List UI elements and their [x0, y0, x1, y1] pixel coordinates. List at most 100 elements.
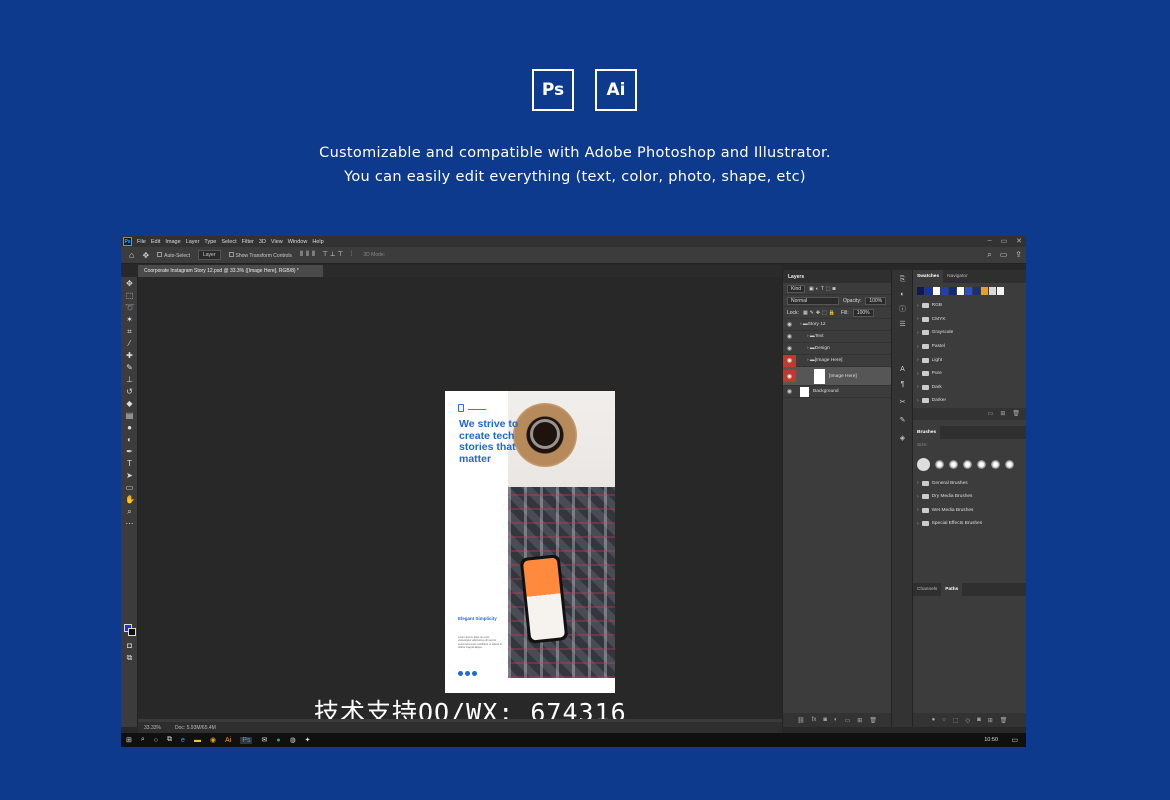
fill-path-icon[interactable]: ● — [932, 717, 936, 723]
folder-row[interactable]: › Pure — [913, 367, 1026, 381]
color-swatch[interactable] — [917, 287, 924, 295]
search-icon[interactable]: ⌕ — [141, 736, 145, 744]
chevron-right-icon[interactable]: › — [917, 303, 919, 309]
home-icon[interactable]: ⌂ — [129, 250, 134, 260]
adjustments-icon[interactable]: ◐ — [898, 290, 907, 299]
windows-start-icon[interactable]: ⊞ — [126, 736, 132, 744]
add-mask-icon[interactable]: ◙ — [977, 717, 981, 723]
mask-icon[interactable]: ◙ — [823, 717, 827, 723]
folder-row[interactable]: › Grayscale — [913, 326, 1026, 340]
make-path-icon[interactable]: ◇ — [966, 717, 971, 724]
color-swatch[interactable] — [989, 287, 996, 295]
link-icon[interactable]: ⛓ — [797, 717, 805, 724]
dodge-tool-icon[interactable]: ◐ — [125, 435, 134, 444]
menu-edit[interactable]: Edit — [151, 239, 160, 245]
properties-icon[interactable]: ☰ — [898, 320, 907, 329]
menu-view[interactable]: View — [271, 239, 283, 245]
folder-row[interactable]: › Dry Media Brushes — [913, 490, 1026, 504]
brush-preset-hard-icon[interactable] — [917, 457, 930, 471]
stroke-path-icon[interactable]: ○ — [942, 717, 946, 723]
chevron-right-icon[interactable]: › — [917, 507, 919, 513]
visibility-eye-icon[interactable]: ◉ — [783, 354, 796, 367]
chevron-right-icon[interactable]: › — [917, 371, 919, 377]
shape-tool-icon[interactable]: ▭ — [125, 483, 134, 492]
menu-filter[interactable]: Filter — [242, 239, 254, 245]
blend-mode-select[interactable]: Normal — [787, 296, 839, 305]
filter-icons[interactable]: ▣◐T⬚◙ — [809, 286, 838, 292]
delete-path-icon[interactable]: 🗑 — [1000, 717, 1008, 724]
menu-layer[interactable]: Layer — [186, 239, 200, 245]
folder-row[interactable]: › Darker — [913, 394, 1026, 408]
paragraph-icon[interactable]: ¶ — [898, 380, 907, 389]
visibility-eye-icon[interactable]: ◉ — [783, 319, 796, 331]
layer-kind-filter[interactable]: Kind — [787, 284, 806, 293]
screen-mode-icon[interactable]: ⧉ — [125, 653, 134, 662]
minimize-button[interactable]: – — [988, 237, 992, 245]
group-icon[interactable]: ▭ — [845, 717, 851, 724]
magic-wand-tool-icon[interactable]: ✶ — [125, 315, 134, 324]
eyedropper-tool-icon[interactable]: ⁄ — [125, 339, 134, 348]
mail-icon[interactable]: ✉ — [261, 736, 267, 744]
history-brush-tool-icon[interactable]: ↺ — [125, 387, 134, 396]
hand-tool-icon[interactable]: ✋ — [125, 495, 135, 504]
color-swatches[interactable] — [124, 624, 136, 636]
folder-row[interactable]: › Pastel — [913, 340, 1026, 354]
zoom-tool-icon[interactable]: ⌕ — [125, 507, 134, 516]
fx-icon[interactable]: fx — [812, 717, 817, 723]
quick-mask-icon[interactable]: ◘ — [125, 641, 134, 650]
chevron-right-icon[interactable]: › — [917, 330, 919, 336]
search-icon[interactable]: ⌕ — [987, 250, 991, 260]
chevron-right-icon[interactable]: › — [917, 384, 919, 390]
path-selection-tool-icon[interactable]: ➤ — [125, 471, 134, 480]
chevron-right-icon[interactable]: › — [917, 494, 919, 500]
color-swatch[interactable] — [981, 287, 988, 295]
color-swatch[interactable] — [949, 287, 956, 295]
layers-stack-icon[interactable]: ◈ — [898, 434, 907, 443]
brush-preset-soft-icon[interactable] — [991, 459, 1000, 469]
tray-clock[interactable]: 10:50 — [984, 737, 998, 743]
illustrator-taskbar-icon[interactable]: Ai — [225, 737, 231, 744]
photoshop-taskbar-icon[interactable]: Ps — [240, 736, 253, 744]
app-icon[interactable]: ◍ — [290, 736, 296, 744]
new-group-icon[interactable]: ▭ — [988, 410, 994, 417]
brush-settings-icon[interactable]: ✎ — [898, 416, 907, 425]
color-swatch[interactable] — [957, 287, 964, 295]
eraser-tool-icon[interactable]: ◆ — [125, 399, 134, 408]
edge-icon[interactable]: e — [181, 737, 185, 744]
menu-image[interactable]: Image — [165, 239, 180, 245]
brush-preset-soft-icon[interactable] — [935, 459, 944, 469]
task-view-icon[interactable]: ⧉ — [167, 736, 172, 744]
opacity-value[interactable]: 100% — [865, 296, 887, 305]
visibility-eye-icon[interactable]: ◉ — [783, 386, 796, 398]
load-selection-icon[interactable]: ⬚ — [953, 717, 959, 724]
tools-preset-icon[interactable]: ✂ — [898, 398, 907, 407]
tab-brushes[interactable]: Brushes — [913, 425, 941, 439]
brush-preset-soft-icon[interactable] — [1005, 459, 1014, 469]
zoom-level[interactable]: 33.33% — [144, 725, 161, 731]
artboard[interactable]: ▬▬▬▬▬▬ We strive to create tech stories … — [445, 391, 615, 693]
brush-preset-soft-icon[interactable] — [963, 459, 972, 469]
gradient-tool-icon[interactable]: ▤ — [125, 411, 134, 420]
trash-icon[interactable]: 🗑 — [869, 717, 877, 724]
menu-file[interactable]: File — [137, 239, 146, 245]
folder-row[interactable]: › Special Effects Brushes — [913, 517, 1026, 531]
maximize-button[interactable]: ▭ — [1001, 237, 1008, 245]
color-swatch[interactable] — [973, 287, 980, 295]
folder-row[interactable]: › Dark — [913, 381, 1026, 395]
folder-row[interactable]: › Wet Media Brushes — [913, 504, 1026, 518]
share-icon[interactable]: ⇪ — [1015, 250, 1022, 260]
folder-row[interactable]: › CMYK — [913, 313, 1026, 327]
transform-controls-checkbox[interactable]: Show Transform Controls — [228, 251, 292, 259]
info-icon[interactable]: ⓘ — [898, 305, 907, 314]
auto-select-checkbox[interactable]: Auto-Select — [157, 251, 190, 259]
menu-type[interactable]: Type — [204, 239, 216, 245]
adjustment-icon[interactable]: ◐ — [834, 717, 838, 723]
layer-row[interactable]: ◉ › ▬ Story 12 — [783, 319, 891, 331]
healing-tool-icon[interactable]: ✚ — [125, 351, 134, 360]
color-swatch[interactable] — [997, 287, 1004, 295]
brush-preset-soft-icon[interactable] — [977, 459, 986, 469]
close-button[interactable]: ✕ — [1016, 237, 1022, 245]
color-swatch[interactable] — [933, 287, 940, 295]
color-swatch[interactable] — [941, 287, 948, 295]
tab-swatches[interactable]: Swatches — [913, 270, 944, 283]
